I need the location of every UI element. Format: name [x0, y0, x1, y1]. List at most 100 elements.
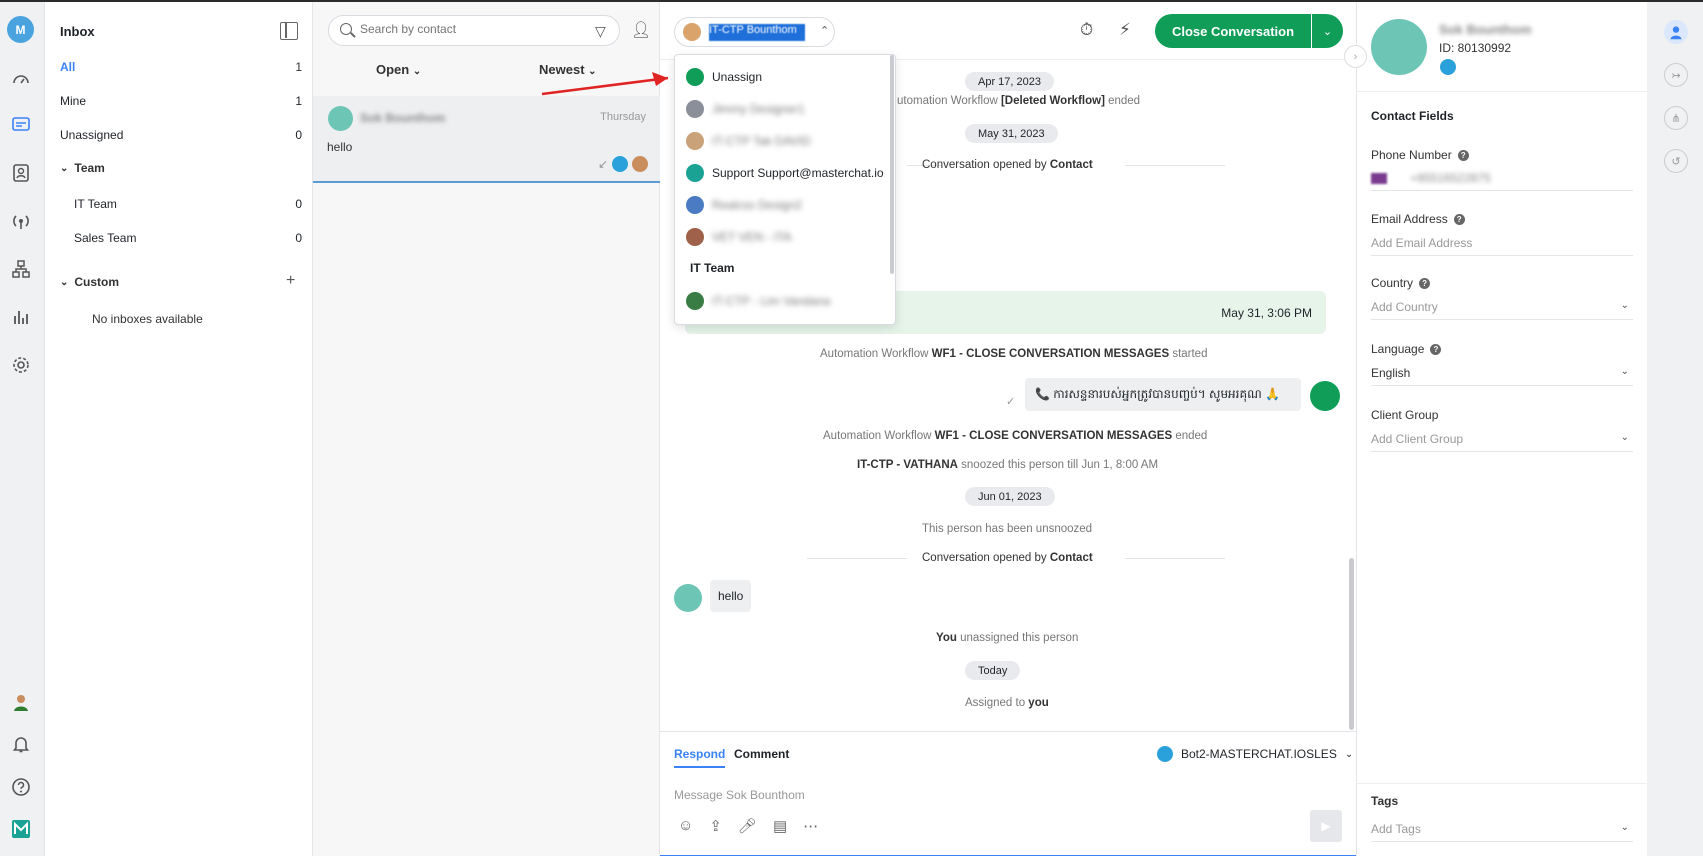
close-options-chevron-icon[interactable]: ⌄	[1312, 14, 1343, 48]
nav-item-count: 0	[295, 128, 302, 142]
dashboard-icon[interactable]	[10, 68, 32, 90]
emoji-icon[interactable]: ☺	[678, 817, 693, 835]
team-section-toggle[interactable]: ⌄ Team	[60, 161, 105, 175]
status-filter-dropdown[interactable]: Open ⌄	[376, 62, 421, 77]
template-icon[interactable]: ▤	[773, 817, 787, 835]
event-workflow-name: WF1 - CLOSE CONVERSATION MESSAGES	[931, 348, 1170, 360]
menu-item-agent[interactable]: VET VEN - ITA	[686, 227, 792, 247]
country-value: Add Country	[1371, 300, 1438, 314]
notifications-bell-icon[interactable]	[10, 733, 32, 755]
menu-item-label: Unassign	[712, 70, 763, 84]
microphone-icon[interactable]: 🎤︎	[738, 817, 757, 835]
phone-field[interactable]: +85516522875	[1371, 171, 1633, 191]
chat-scrollbar[interactable]	[1349, 558, 1354, 730]
menu-item-agent[interactable]: Realcss Design2	[686, 195, 802, 215]
menu-item-agent[interactable]: Jimmy Designer1	[686, 99, 805, 119]
account-avatar[interactable]: M	[7, 16, 34, 43]
settings-gear-icon[interactable]	[10, 354, 32, 376]
upload-icon[interactable]: ⇪	[709, 817, 722, 835]
tab-comment[interactable]: Comment	[734, 747, 789, 761]
add-custom-inbox-icon[interactable]: +	[286, 272, 295, 290]
client-group-select[interactable]: Add Client Group ⌄	[1371, 432, 1633, 452]
nav-item-all[interactable]: All 1	[60, 60, 302, 74]
chevron-down-icon: ⌄	[1620, 366, 1629, 377]
nav-item-label: Sales Team	[74, 231, 137, 245]
nav-item-mine[interactable]: Mine 1	[60, 94, 302, 108]
composer-tools: ☺ ⇪ 🎤︎ ▤ ⋯	[678, 817, 818, 835]
broadcast-icon[interactable]	[10, 210, 32, 232]
team-section-label: Team	[74, 161, 105, 175]
collapse-panel-icon[interactable]	[280, 22, 298, 40]
nav-item-count: 1	[295, 94, 302, 108]
field-label: Client Group	[1371, 408, 1439, 422]
menu-item-agent[interactable]: IT-CTP Tak DAVID	[686, 131, 811, 151]
reports-icon[interactable]	[10, 306, 32, 328]
snooze-timer-icon[interactable]: ⏱︎	[1080, 20, 1093, 40]
country-select[interactable]: Add Country ⌄	[1371, 300, 1633, 320]
agent-avatar	[686, 196, 704, 214]
left-rail: M	[0, 2, 45, 856]
menu-item-label: Support Support@masterchat.io	[712, 166, 884, 180]
date-divider: Jun 01, 2023	[965, 487, 1055, 506]
lightning-icon[interactable]: ⚡︎	[1119, 20, 1131, 40]
nav-item-unassigned[interactable]: Unassigned 0	[60, 128, 302, 142]
assignee-dropdown-menu: Unassign Jimmy Designer1 IT-CTP Tak DAVI…	[674, 54, 896, 325]
chevron-down-icon: ⌄	[1620, 822, 1629, 833]
search-box: ▽	[328, 15, 620, 46]
variable-icon[interactable]: ⋯	[803, 817, 818, 835]
filter-icon[interactable]: ▽	[595, 23, 606, 40]
conversation-item[interactable]: Sok Bounthom Thursday hello ↙	[313, 96, 660, 183]
contact-name: Sok Bounthom	[1439, 22, 1532, 37]
help-icon[interactable]: ?	[1457, 149, 1469, 161]
menu-scrollbar[interactable]	[890, 55, 894, 274]
chevron-down-icon: ⌄	[412, 66, 422, 77]
chevron-down-icon: ⌄	[1620, 432, 1629, 443]
toggle-contact-panel-icon[interactable]: ›	[1344, 45, 1367, 68]
menu-item-label: IT-CTP - Lim Vandana	[712, 294, 831, 308]
history-icon[interactable]: ↺	[1664, 149, 1688, 173]
email-field[interactable]: Add Email Address	[1371, 236, 1633, 256]
custom-section-label: Custom	[74, 275, 120, 289]
event-text: utomation Workflow	[897, 95, 1001, 107]
chevron-up-icon: ⌃	[820, 25, 830, 37]
agent-avatar	[686, 292, 704, 310]
date-divider: Today	[965, 661, 1021, 680]
inbox-title: Inbox	[60, 24, 95, 39]
tags-select[interactable]: Add Tags ⌄	[1371, 822, 1633, 842]
conversation-preview: hello	[327, 140, 353, 154]
menu-item-unassign[interactable]: Unassign	[686, 67, 762, 87]
nav-item-count: 0	[295, 197, 302, 211]
conversations-icon[interactable]	[10, 114, 32, 136]
inbox-selector[interactable]: Bot2-MASTERCHAT.IOSLES ⌄	[1157, 746, 1353, 762]
assignee-avatar	[632, 156, 648, 172]
nav-item-sales-team[interactable]: Sales Team 0	[74, 231, 302, 245]
workflow-icon[interactable]: ⋔	[1664, 106, 1688, 130]
help-icon[interactable]: ?	[1453, 213, 1465, 225]
event-text: snoozed this person till Jun 1, 8:00 AM	[957, 459, 1159, 471]
close-conversation-button[interactable]: Close Conversation	[1155, 14, 1311, 48]
help-icon[interactable]: ?	[1419, 277, 1431, 289]
language-label: Language?	[1371, 342, 1442, 356]
custom-section-toggle[interactable]: ⌄ Custom	[60, 275, 119, 289]
language-select[interactable]: English ⌄	[1371, 366, 1633, 386]
tab-respond[interactable]: Respond	[674, 747, 726, 768]
contact-profile-icon[interactable]	[1664, 20, 1688, 44]
message-input[interactable]: Message Sok Bounthom	[674, 788, 805, 802]
event-actor: Contact	[1049, 159, 1093, 171]
search-input[interactable]	[360, 22, 580, 36]
contacts-icon[interactable]	[10, 162, 32, 184]
user-avatar[interactable]	[10, 691, 32, 713]
send-button[interactable]: ▶	[1310, 810, 1342, 842]
system-event: Conversation opened by Contact	[922, 159, 1093, 171]
nav-item-label: IT Team	[74, 197, 117, 211]
assignee-selector[interactable]: IT-CTP Bounthom ⌃	[674, 17, 835, 47]
menu-item-agent[interactable]: Support Support@masterchat.io	[686, 163, 884, 183]
transfer-icon[interactable]: ↣	[1664, 63, 1688, 87]
help-icon[interactable]: ?	[1430, 343, 1442, 355]
nav-item-it-team[interactable]: IT Team 0	[74, 197, 302, 211]
add-contact-icon[interactable]: 👤︎	[631, 20, 651, 40]
help-icon[interactable]	[10, 776, 32, 798]
workflow-icon[interactable]	[10, 258, 32, 280]
menu-item-agent[interactable]: IT-CTP - Lim Vandana	[686, 291, 830, 311]
client-group-label: Client Group	[1371, 408, 1438, 422]
